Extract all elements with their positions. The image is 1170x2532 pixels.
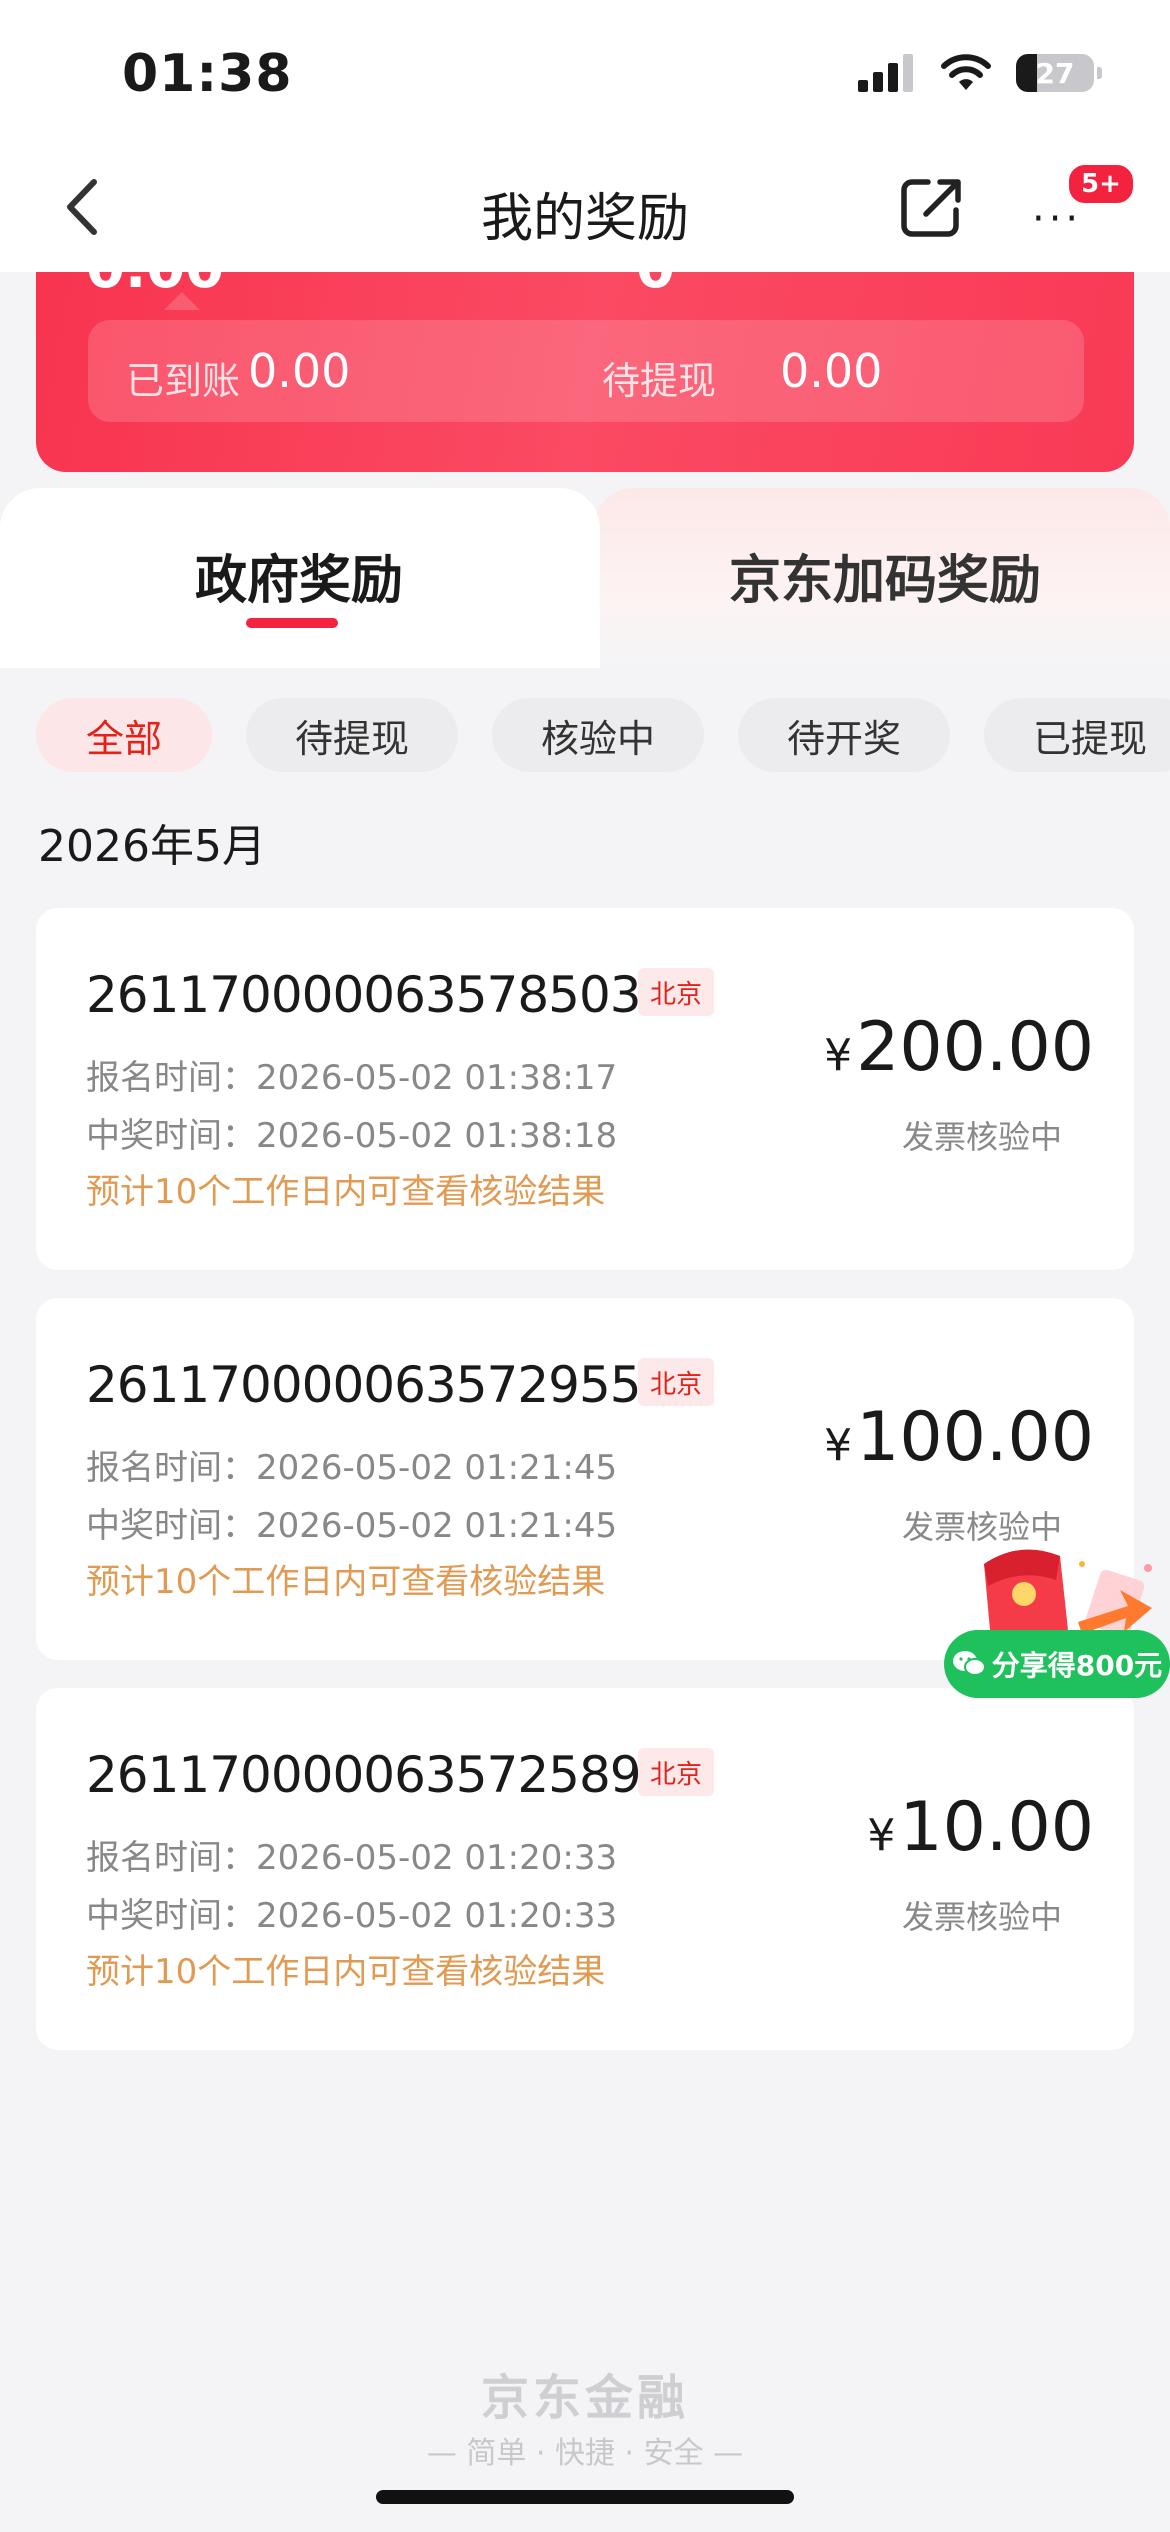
reward-record-card[interactable]: 2611700000635725895 北京 报名时间：2026-05-02 0…	[36, 1688, 1134, 2050]
notification-badge: 5+	[1066, 162, 1136, 206]
verify-hint: 预计10个工作日内可查看核验结果	[86, 1952, 606, 1992]
filter-withdrawn[interactable]: 已提现	[984, 698, 1170, 772]
battery-fill	[1016, 54, 1038, 92]
footer-slogan: — 简单 · 快捷 · 安全 —	[426, 2436, 744, 2471]
battery-icon: 27	[1016, 54, 1102, 92]
share-icon[interactable]	[898, 174, 964, 240]
win-time: 中奖时间：2026-05-02 01:20:33	[86, 1896, 618, 1936]
filter-chips: 全部 待提现 核验中 待开奖 已提现	[36, 698, 1170, 772]
verify-hint: 预计10个工作日内可查看核验结果	[86, 1562, 606, 1602]
summary-pill: 已到账 0.00 待提现 0.00	[88, 320, 1084, 422]
tab-underline	[246, 618, 338, 628]
reward-amount: ¥10.00	[867, 1788, 1094, 1867]
status-time: 01:38	[122, 44, 293, 104]
signup-time: 报名时间：2026-05-02 01:21:45	[86, 1448, 618, 1488]
filter-verifying[interactable]: 核验中	[492, 698, 704, 772]
pending-value: 0.00	[780, 344, 883, 398]
amount-value: 200.00	[856, 1008, 1094, 1087]
share-reward-button[interactable]: 分享得800元	[944, 1630, 1170, 1698]
summary-partial-left: 0.00	[86, 272, 224, 301]
currency-symbol: ¥	[824, 1420, 853, 1471]
record-number: 2611700000635725895	[86, 1746, 672, 1804]
summary-partial-right: 0	[636, 272, 675, 301]
battery-level: 27	[1035, 56, 1075, 90]
record-number: 2611700000635785038	[86, 966, 672, 1024]
signal-icon	[858, 54, 913, 92]
pending-label: 待提现	[602, 359, 717, 403]
signup-time: 报名时间：2026-05-02 01:20:33	[86, 1838, 618, 1878]
footer-brand: 京东金融	[480, 2370, 689, 2426]
arrived-value: 0.00	[248, 344, 351, 398]
wechat-icon	[952, 1651, 986, 1676]
region-tag: 北京	[638, 1358, 715, 1406]
win-time: 中奖时间：2026-05-02 01:38:18	[86, 1116, 618, 1156]
record-number: 2611700000635729559	[86, 1356, 672, 1414]
region-tag: 北京	[638, 1748, 715, 1796]
filter-all[interactable]: 全部	[36, 698, 212, 772]
home-indicator	[376, 2490, 794, 2504]
status-bar: 01:38 27	[0, 0, 1170, 150]
filter-pending-withdraw[interactable]: 待提现	[246, 698, 458, 772]
reward-tabs: 京东加码奖励 政府奖励	[0, 488, 1170, 668]
currency-symbol: ¥	[824, 1030, 853, 1081]
summary-card: 0.00 0 已到账 0.00 待提现 0.00	[36, 272, 1134, 472]
page-title: 我的奖励	[480, 189, 689, 249]
tab-jd-bonus-label: 京东加码奖励	[729, 551, 1042, 611]
tab-government-label: 政府奖励	[195, 551, 404, 611]
reward-amount: ¥100.00	[824, 1398, 1094, 1477]
record-status: 发票核验中	[901, 1898, 1062, 1936]
region-tag: 北京	[638, 968, 715, 1016]
tab-government[interactable]: 政府奖励	[0, 488, 600, 668]
more-icon: ···	[1032, 196, 1083, 242]
filter-pending-draw[interactable]: 待开奖	[738, 698, 950, 772]
win-time: 中奖时间：2026-05-02 01:21:45	[86, 1506, 618, 1546]
nav-bar: 我的奖励 ···	[0, 150, 1170, 272]
record-status: 发票核验中	[901, 1118, 1062, 1156]
tab-jd-bonus[interactable]: 京东加码奖励	[594, 488, 1170, 668]
signup-time: 报名时间：2026-05-02 01:38:17	[86, 1058, 618, 1098]
share-reward-label: 分享得800元	[991, 1649, 1163, 1682]
amount-value: 100.00	[856, 1398, 1094, 1477]
verify-hint: 预计10个工作日内可查看核验结果	[86, 1172, 606, 1212]
arrived-label: 已到账	[126, 359, 241, 403]
amount-value: 10.00	[899, 1788, 1094, 1867]
reward-record-card[interactable]: 2611700000635785038 北京 报名时间：2026-05-02 0…	[36, 908, 1134, 1270]
month-header: 2026年5月	[38, 821, 266, 872]
status-icons: 27	[858, 54, 1102, 92]
reward-amount: ¥200.00	[824, 1008, 1094, 1087]
wifi-icon	[941, 54, 991, 90]
summary-notch	[164, 292, 200, 310]
currency-symbol: ¥	[867, 1810, 896, 1861]
